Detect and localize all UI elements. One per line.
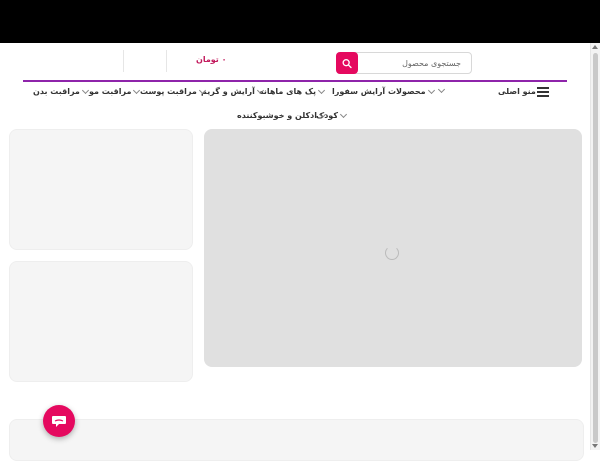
nav-item-body-care[interactable]: مراقبت بدن (33, 86, 91, 96)
nav-item-makeup[interactable]: آرایش و گریم (201, 86, 266, 96)
chevron-down-icon (318, 110, 327, 119)
nav-item-perfume[interactable]: ادکلن و خوشبوکننده (237, 110, 328, 120)
header-divider (123, 50, 124, 72)
banner-placeholder-top[interactable] (9, 129, 193, 250)
chevron-down-icon (81, 86, 89, 95)
nav-dropdown-toggle[interactable] (436, 85, 447, 94)
search-input[interactable] (359, 53, 465, 73)
chat-icon (52, 416, 66, 427)
chat-button[interactable] (43, 405, 75, 437)
nav-item-label: پک های ماهانه (259, 87, 317, 96)
loading-spinner (385, 246, 399, 260)
chevron-down-icon (256, 86, 264, 95)
page-scrollbar[interactable] (590, 43, 600, 450)
nav-item-label: ادکلن و خوشبوکننده (237, 111, 317, 120)
chevron-down-icon (339, 110, 348, 119)
nav-item-label: آرایش و گریم (201, 87, 255, 96)
chevron-down-icon (133, 86, 141, 95)
scrollbar-thumb[interactable] (593, 53, 598, 443)
scroll-down-icon[interactable] (592, 444, 598, 448)
nav-item-label: مراقبت مو (89, 87, 132, 96)
top-black-bar (0, 0, 600, 43)
header-separator (23, 80, 567, 82)
chevron-down-icon (198, 86, 206, 95)
search-icon (342, 58, 352, 68)
nav-item-label: مراقبت پوست (140, 87, 197, 96)
nav-item-label: محصولات آرایش سفورا (332, 87, 426, 96)
section-placeholder (9, 419, 584, 461)
chevron-down-icon (317, 86, 326, 95)
hamburger-icon[interactable] (537, 87, 549, 97)
header-divider (166, 50, 167, 72)
nav-item-hair-care[interactable]: مراقبت مو (89, 86, 142, 96)
nav-item-skin-care[interactable]: مراقبت پوست (140, 86, 208, 96)
banner-placeholder-bottom[interactable] (9, 261, 193, 382)
search-box (336, 52, 472, 74)
nav-item-label: مراقبت بدن (33, 87, 80, 96)
chevron-down-icon (427, 86, 435, 95)
main-menu-button[interactable]: منو اصلی (498, 87, 536, 96)
scroll-up-icon[interactable] (592, 45, 598, 49)
cart-total[interactable]: ۰ تومان (196, 55, 226, 64)
nav-item-monthly-packs[interactable]: پک های ماهانه (259, 86, 327, 96)
nav-item-sephora[interactable]: محصولات آرایش سفورا (332, 86, 437, 96)
chevron-down-icon (437, 85, 446, 94)
main-menu-label: منو اصلی (498, 87, 536, 96)
search-button[interactable] (336, 52, 358, 74)
